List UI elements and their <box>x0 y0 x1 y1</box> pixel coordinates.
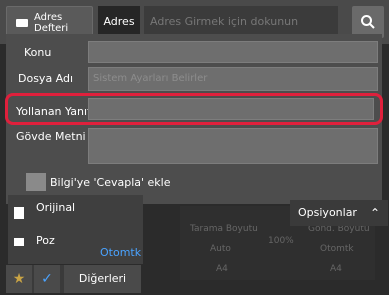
original-button[interactable]: Orijinal <box>8 195 143 231</box>
options-button[interactable]: Opsiyonlar ⌃ <box>290 200 388 226</box>
exposure-value: Otomtk <box>100 246 142 259</box>
file-name-field[interactable]: Sistem Ayarları Belirler <box>88 67 378 91</box>
options-label: Opsiyonlar <box>298 206 357 219</box>
file-name-label: Dosya Adı <box>18 72 74 85</box>
others-button[interactable]: Diğerleri <box>64 265 141 293</box>
original-label: Orijinal <box>36 201 76 214</box>
reply-checkbox[interactable] <box>26 173 46 191</box>
screen: Adres Defteri Adres Adres Girmek için do… <box>0 0 389 295</box>
exposure-icon <box>14 238 24 246</box>
send-paper: A4 <box>330 264 342 274</box>
body-text-field[interactable] <box>88 128 378 164</box>
scan-size-label: Tarama Boyutu <box>190 224 258 234</box>
exposure-label: Poz <box>36 234 55 247</box>
search-icon <box>361 15 375 29</box>
favorite-star-button[interactable]: ★ <box>6 265 32 293</box>
zoom-ratio: 100% <box>268 236 294 246</box>
original-icon <box>14 207 24 219</box>
reply-checkbox-label: Bilgi'ye 'Cevapla' ekle <box>50 176 171 189</box>
checkmark-button[interactable]: ✓ <box>34 265 60 293</box>
bottom-bar: ★ ✓ Diğerleri <box>6 265 141 293</box>
scan-size-value: Auto <box>210 244 231 254</box>
chevron-up-icon: ⌃ <box>369 206 380 220</box>
address-book-label: Adres Defteri <box>34 12 69 34</box>
scan-paper: A4 <box>216 264 228 274</box>
address-book-icon <box>16 19 28 27</box>
send-size-value: Otomtk <box>320 244 354 254</box>
exposure-button[interactable]: Poz Otomtk <box>8 228 143 264</box>
subject-field[interactable] <box>88 41 378 63</box>
reply-to-highlight <box>5 93 383 125</box>
body-text-label: Gövde Metni <box>16 130 86 143</box>
subject-label: Konu <box>24 46 52 59</box>
